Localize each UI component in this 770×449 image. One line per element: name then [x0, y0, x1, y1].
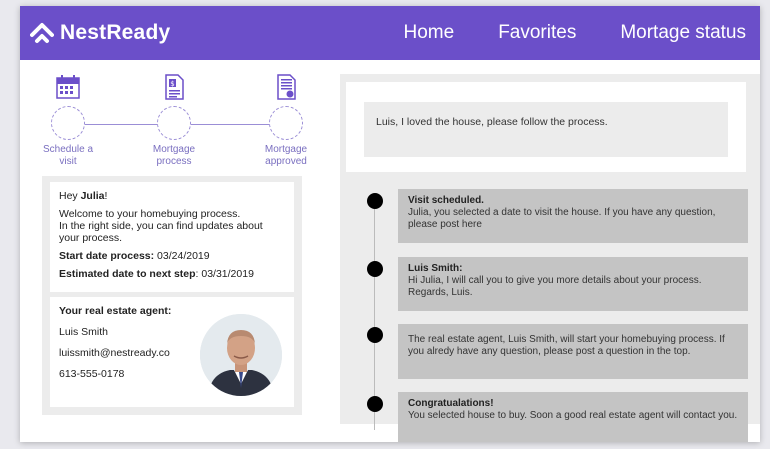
timeline-body: You selected house to buy. Soon a good r…: [408, 410, 738, 421]
message-box[interactable]: Luis, I loved the house, please follow t…: [364, 102, 728, 157]
agent-card: Your real estate agent: Luis Smith luiss…: [50, 297, 294, 407]
document-dollar-icon: $: [165, 74, 184, 100]
step-label-line1: Schedule a: [42, 144, 94, 155]
step-indicator: [157, 106, 191, 140]
step-label-line2: visit: [59, 156, 77, 167]
timeline-body: Julia, you selected a date to visit the …: [408, 207, 716, 230]
welcome-text: Welcome to your homebuying process. In th…: [59, 208, 263, 244]
step-label-line1: Mortgage: [152, 144, 196, 155]
brand-name: NestReady: [60, 21, 171, 44]
step-mortgage-approved[interactable]: Mortgage approved: [246, 68, 326, 168]
step-indicator: [51, 106, 85, 140]
step-indicator: [269, 106, 303, 140]
timeline-dot: [367, 396, 383, 412]
timeline-item: Visit scheduled. Julia, you selected a d…: [398, 189, 748, 243]
timeline-body: The real estate agent, Luis Smith, will …: [408, 334, 725, 357]
timeline-item: Luis Smith: Hi Julia, I will call you to…: [398, 257, 748, 311]
top-navbar: NestReady Home Favorites Mortage status: [20, 6, 760, 60]
nav-favorites[interactable]: Favorites: [498, 22, 576, 44]
step-schedule-visit[interactable]: Schedule a visit: [28, 68, 108, 168]
timeline-dot: [367, 261, 383, 277]
welcome-card: Hey Julia! Welcome to your homebuying pr…: [50, 182, 294, 292]
step-label-line1: Mortgage: [264, 144, 308, 155]
agent-avatar: [200, 314, 282, 396]
timeline-item: The real estate agent, Luis Smith, will …: [398, 324, 748, 379]
activity-panel: Luis, I loved the house, please follow t…: [340, 74, 760, 442]
timeline-item: Congratualations! You selected house to …: [398, 392, 748, 442]
app-window: NestReady Home Favorites Mortage status: [20, 6, 760, 442]
user-name: Julia: [80, 190, 105, 202]
svg-text:$: $: [170, 80, 174, 88]
calendar-icon: [56, 75, 80, 99]
timeline-title: Visit scheduled.: [408, 195, 484, 206]
greeting-line: Hey Julia!: [59, 190, 108, 202]
start-date: Start date process: 03/24/2019: [59, 250, 210, 262]
brand-logo[interactable]: NestReady: [30, 21, 170, 45]
nav-home[interactable]: Home: [404, 22, 455, 44]
agent-photo: [200, 314, 282, 396]
timeline-body: Hi Julia, I will call you to give you mo…: [408, 275, 702, 298]
step-label-line2: approved: [265, 156, 307, 167]
progress-steps: Schedule a visit $ Mortgage process Mort…: [20, 68, 320, 168]
message-card: Luis, I loved the house, please follow t…: [346, 82, 746, 172]
next-step-date: Estimated date to next step: 03/31/2019: [59, 268, 254, 280]
step-label-line2: process: [156, 156, 192, 167]
timeline-title: Luis Smith:: [408, 263, 463, 274]
info-panel: Hey Julia! Welcome to your homebuying pr…: [42, 176, 302, 415]
roof-logo-icon: [30, 23, 54, 43]
step-mortgage-process[interactable]: $ Mortgage process: [134, 68, 214, 168]
nav-mortgage-status[interactable]: Mortage status: [620, 22, 746, 44]
main-nav: Home Favorites Mortage status: [404, 6, 747, 60]
timeline-dot: [367, 327, 383, 343]
timeline-dot: [367, 193, 383, 209]
timeline-title: Congratualations!: [408, 398, 494, 409]
document-approved-icon: [277, 74, 296, 100]
